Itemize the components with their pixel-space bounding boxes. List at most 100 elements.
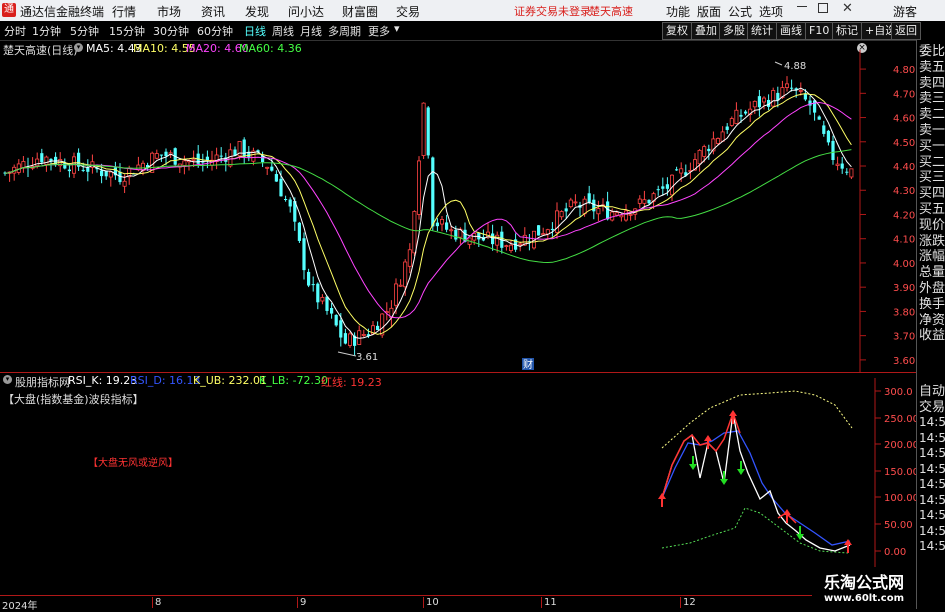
minimize-icon[interactable] xyxy=(797,6,807,7)
price-tick-label: 4.80 xyxy=(893,65,915,76)
candle-body xyxy=(361,334,366,336)
x-axis-month: 8 xyxy=(152,597,161,608)
candle-body xyxy=(798,90,803,92)
f10-button[interactable]: F10 xyxy=(805,22,834,40)
high-label: 4.88 xyxy=(784,61,806,72)
candle-body xyxy=(330,307,334,314)
candle-body xyxy=(288,199,292,207)
candle-body xyxy=(407,249,412,267)
period-tab[interactable]: 60分钟 xyxy=(197,23,233,39)
price-tick-label: 3.60 xyxy=(893,356,915,367)
red-line-curve xyxy=(661,410,741,499)
candle-body xyxy=(642,199,647,204)
menu-ask-xiaoda[interactable]: 问小达 xyxy=(288,3,324,20)
price-tick-label: 3.80 xyxy=(893,307,915,318)
candle-body xyxy=(582,198,587,215)
candle-body xyxy=(16,163,21,173)
candle-body xyxy=(334,314,338,326)
maximize-icon[interactable] xyxy=(818,3,828,13)
adjust-button[interactable]: 复权 xyxy=(662,22,692,40)
candle-body xyxy=(624,210,629,221)
quote-row-label: 委比 xyxy=(919,44,945,59)
candle-body xyxy=(647,199,651,204)
candle-body xyxy=(813,100,817,113)
candle-body xyxy=(840,163,844,169)
period-tab[interactable]: 5分钟 xyxy=(70,23,99,39)
candle-body xyxy=(725,126,729,130)
x-axis-month: 9 xyxy=(297,597,306,608)
stats-button[interactable]: 统计 xyxy=(747,22,777,40)
quote-row-label: 现价 xyxy=(919,217,945,233)
candle-body xyxy=(159,154,163,156)
financial-report-label: 财 xyxy=(523,358,533,371)
menu-layout[interactable]: 版面 xyxy=(697,3,721,20)
period-tab-more[interactable]: 更多 xyxy=(368,23,390,39)
stock-name-link[interactable]: 楚天高速 xyxy=(589,3,633,19)
candle-body xyxy=(376,325,380,331)
menu-quotes[interactable]: 行情 xyxy=(112,3,136,20)
candle-body xyxy=(67,169,71,172)
indicator-chart: 300.0 250.00 200.00 150.00 100.00 50.00 0.00 xyxy=(658,378,916,595)
up-arrow-icon xyxy=(658,493,666,507)
menu-function[interactable]: 功能 xyxy=(666,3,690,20)
menu-options[interactable]: 选项 xyxy=(759,3,783,20)
candle-body xyxy=(573,201,578,204)
watermark: 乐淘公式网 www.60lt.com xyxy=(812,567,916,609)
mark-button[interactable]: 标记 xyxy=(832,22,862,40)
candle-body xyxy=(752,100,757,108)
period-tab-active[interactable]: 日线 xyxy=(244,23,266,39)
back-button[interactable]: 返回 xyxy=(891,22,921,40)
candle-body xyxy=(325,296,329,311)
candle-body xyxy=(182,160,187,166)
multi-stock-button[interactable]: 多股 xyxy=(719,22,749,40)
period-tab[interactable]: 周线 xyxy=(272,23,294,39)
trade-login-notice[interactable]: 证券交易未登录 xyxy=(514,3,591,19)
auto-trade-label[interactable]: 交易 xyxy=(919,400,945,415)
candle-body xyxy=(596,208,601,215)
candle-body xyxy=(537,225,541,236)
period-tab[interactable]: 月线 xyxy=(300,23,322,39)
tick-time: 14:56 xyxy=(919,415,945,429)
overlay-button[interactable]: 叠加 xyxy=(691,22,721,40)
menu-news[interactable]: 资讯 xyxy=(201,3,225,20)
candle-body xyxy=(270,166,274,171)
guest-user[interactable]: 游客 xyxy=(893,3,917,20)
candlestick-chart: 4.80 4.70 4.60 4.50 4.40 4.30 4.20 4.10 4.00 3.90… xyxy=(3,50,915,372)
period-tab[interactable]: 30分钟 xyxy=(153,23,189,39)
quote-row-label: 收益 xyxy=(919,328,945,344)
candle-body xyxy=(835,163,840,166)
watermark-title: 乐淘公式网 xyxy=(823,573,904,592)
period-tab[interactable]: 15分钟 xyxy=(109,23,145,39)
k-lb-curve xyxy=(661,507,849,554)
menu-discover[interactable]: 发现 xyxy=(245,3,269,20)
rsi-k-curve xyxy=(661,412,851,552)
candle-body xyxy=(826,130,830,143)
tick-time: 14:56 xyxy=(919,446,945,460)
menu-wealth-circle[interactable]: 财富圈 xyxy=(342,3,378,20)
indicator-tick-label: 50.00 xyxy=(884,520,913,531)
menu-bar: 通 通达信金融终端 行情 市场 资讯 发现 问小达 财富圈 交易 证券交易未登录… xyxy=(0,0,945,21)
period-tab[interactable]: 分时 xyxy=(4,23,26,39)
candle-body xyxy=(122,180,127,187)
menu-market[interactable]: 市场 xyxy=(157,3,181,20)
candle-body xyxy=(702,146,707,157)
period-tab[interactable]: 1分钟 xyxy=(32,23,61,39)
candle-body xyxy=(108,171,113,178)
candle-body xyxy=(35,158,40,167)
candle-body xyxy=(785,83,790,88)
menu-formula[interactable]: 公式 xyxy=(728,3,752,20)
candle-body xyxy=(541,233,546,236)
candle-body xyxy=(421,102,426,156)
close-icon[interactable]: ✕ xyxy=(842,1,853,16)
draw-line-button[interactable]: 画线 xyxy=(776,22,806,40)
more-chevron-icon[interactable]: ▾ xyxy=(394,22,400,35)
quote-row-label: 买四 xyxy=(919,186,945,202)
candle-body xyxy=(81,169,85,171)
candle-body xyxy=(491,233,495,245)
period-tab[interactable]: 多周期 xyxy=(328,23,361,39)
indicator-tick-label: 250.00 xyxy=(884,414,916,425)
candle-body xyxy=(339,320,343,338)
auto-trade-label[interactable]: 自动 xyxy=(919,384,945,399)
menu-trade[interactable]: 交易 xyxy=(396,3,420,20)
candle-body xyxy=(849,168,854,178)
